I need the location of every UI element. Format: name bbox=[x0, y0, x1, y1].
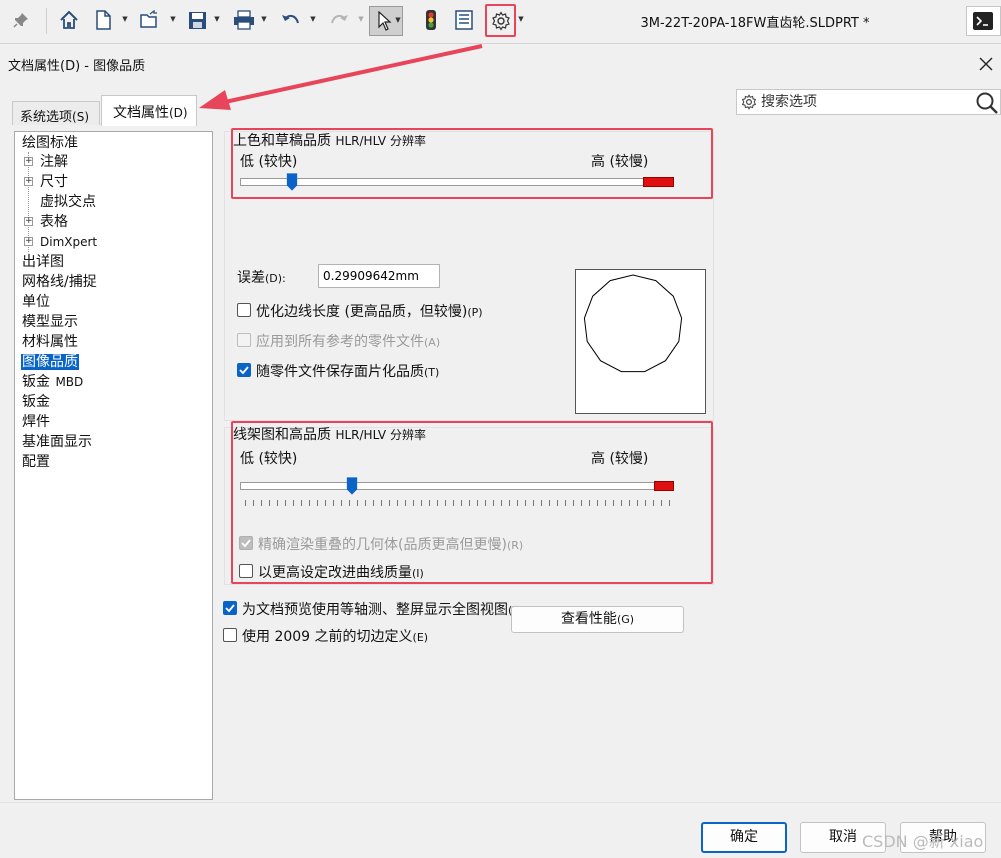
tree-item-sheet-metal[interactable]: 钣金 bbox=[21, 392, 51, 412]
pre2009-tangent-label: 使用 2009 之前的切边定义(E) bbox=[242, 629, 429, 645]
undo-dropdown-icon[interactable]: ▼ bbox=[309, 14, 317, 24]
tolerance-label: 误差(D): bbox=[237, 270, 286, 286]
dialog-title: 文档属性(D) - 图像品质 bbox=[8, 59, 146, 74]
optimize-edge-checkbox[interactable] bbox=[237, 303, 251, 317]
tree-item-units[interactable]: 单位 bbox=[21, 292, 51, 312]
apply-all-parts-checkbox[interactable] bbox=[237, 333, 251, 347]
redo-dropdown-icon[interactable]: ▼ bbox=[357, 14, 365, 24]
wireframe-highlight-box bbox=[231, 421, 713, 584]
tree-item-tables[interactable]: 表格 bbox=[39, 212, 69, 232]
select-dropdown-icon[interactable]: ▼ bbox=[394, 15, 402, 25]
view-performance-button[interactable]: 查看性能(G) bbox=[511, 606, 684, 633]
tab-document-properties[interactable]: 文档属性(D) bbox=[101, 95, 197, 126]
pin-icon[interactable] bbox=[10, 9, 32, 31]
close-icon bbox=[979, 57, 993, 71]
tree-item-detailing[interactable]: 出详图 bbox=[21, 252, 65, 272]
tree-item-sheet-metal-mbd[interactable]: 钣金 MBD bbox=[21, 372, 83, 392]
undo-icon[interactable] bbox=[280, 9, 302, 31]
tessellation-preview bbox=[575, 269, 706, 414]
search-input[interactable] bbox=[761, 92, 971, 112]
print-dropdown-icon[interactable]: ▼ bbox=[260, 14, 268, 24]
tree-item-weldments[interactable]: 焊件 bbox=[21, 412, 51, 432]
tree-item-drafting-standard[interactable]: 绘图标准 bbox=[21, 133, 79, 153]
search-icon[interactable] bbox=[975, 91, 999, 119]
iso-preview-label: 为文档预览使用等轴测、整屏显示全图视图(Z) bbox=[242, 602, 524, 618]
tree-item-dimxpert[interactable]: DimXpert bbox=[39, 232, 98, 252]
tolerance-input[interactable] bbox=[318, 264, 440, 288]
traffic-light-icon[interactable] bbox=[420, 9, 442, 31]
terminal-button[interactable] bbox=[966, 6, 1001, 36]
save-icon[interactable] bbox=[186, 9, 208, 31]
options-gear-button[interactable] bbox=[485, 4, 516, 37]
expand-icon[interactable]: + bbox=[24, 177, 33, 186]
select-pointer-icon bbox=[374, 10, 396, 32]
expand-icon[interactable]: + bbox=[24, 157, 33, 166]
new-doc-icon[interactable] bbox=[92, 9, 114, 31]
checkmark-icon bbox=[239, 366, 249, 375]
tree-item-virtual-sharps[interactable]: 虚拟交点 bbox=[39, 192, 97, 212]
print-icon[interactable] bbox=[233, 9, 255, 31]
search-settings-icon bbox=[741, 94, 757, 114]
tree-item-configurations[interactable]: 配置 bbox=[21, 452, 51, 472]
select-pointer-button[interactable]: ▼ bbox=[369, 6, 403, 36]
tree-item-dimensions[interactable]: 尺寸 bbox=[39, 172, 69, 192]
tree-item-image-quality[interactable]: 图像品质 bbox=[21, 352, 79, 372]
tree-item-model-display[interactable]: 模型显示 bbox=[21, 312, 79, 332]
terminal-icon bbox=[972, 10, 994, 32]
open-icon[interactable] bbox=[138, 9, 160, 31]
document-properties-dialog: 文档属性(D) - 图像品质 系统选项(S) 文档属性(D) 绘图标准 + 注解… bbox=[0, 44, 1001, 858]
save-tessellation-checkbox[interactable] bbox=[237, 363, 251, 377]
tree-item-grid-snap[interactable]: 网格线/捕捉 bbox=[21, 272, 98, 292]
open-dropdown-icon[interactable]: ▼ bbox=[169, 14, 177, 24]
gear-icon bbox=[490, 10, 512, 32]
ok-button[interactable]: 确定 bbox=[701, 822, 787, 853]
annotation-arrow bbox=[199, 44, 483, 110]
expand-icon[interactable]: + bbox=[24, 217, 33, 226]
tab-document-label: 文档属性 bbox=[113, 105, 169, 121]
file-properties-icon[interactable] bbox=[453, 9, 475, 31]
options-dropdown-icon[interactable]: ▼ bbox=[517, 14, 525, 24]
preview-polygon-shape bbox=[583, 274, 683, 373]
main-toolbar: ▼ ▼ ▼ ▼ ▼ ▼ ▼ ▼ 3M-22T-20PA-18FW直齿轮.SLDP… bbox=[0, 0, 1001, 44]
apply-all-parts-label: 应用到所有参考的零件文件(A) bbox=[256, 334, 441, 350]
new-doc-dropdown-icon[interactable]: ▼ bbox=[121, 14, 129, 24]
pre2009-tangent-checkbox[interactable] bbox=[223, 628, 237, 642]
document-title: 3M-22T-20PA-18FW直齿轮.SLDPRT * bbox=[640, 16, 870, 31]
image-quality-panel: 上色和草稿品质 HLR/HLV 分辨率 低 (较快) 高 (较慢) 误差(D):… bbox=[222, 128, 715, 645]
save-tessellation-label: 随零件文件保存面片化品质(T) bbox=[256, 364, 440, 380]
tree-item-material-properties[interactable]: 材料属性 bbox=[21, 332, 79, 352]
preview-polygon bbox=[583, 274, 683, 373]
redo-icon[interactable] bbox=[328, 9, 350, 31]
search-box[interactable] bbox=[736, 89, 1001, 115]
tree-item-plane-display[interactable]: 基准面显示 bbox=[21, 432, 93, 452]
watermark: CSDN @新 xiao bbox=[862, 832, 984, 851]
checkmark-icon bbox=[225, 604, 235, 613]
save-dropdown-icon[interactable]: ▼ bbox=[213, 14, 221, 24]
options-tree[interactable]: 绘图标准 + 注解 + 尺寸 虚拟交点 + 表格 + DimXpert 出详图 … bbox=[14, 131, 213, 800]
tab-system-options[interactable]: 系统选项(S) bbox=[12, 101, 100, 125]
tab-system-label: 系统选项 bbox=[20, 110, 73, 125]
expand-icon[interactable]: + bbox=[24, 237, 33, 246]
shaded-highlight-box bbox=[231, 128, 713, 199]
tree-item-annotations[interactable]: 注解 bbox=[39, 152, 69, 172]
home-icon[interactable] bbox=[58, 9, 80, 31]
close-button[interactable] bbox=[974, 52, 998, 76]
optimize-edge-label: 优化边线长度 (更高品质，但较慢)(P) bbox=[256, 304, 483, 320]
iso-preview-checkbox[interactable] bbox=[223, 601, 237, 615]
tab-system-key: (S) bbox=[72, 110, 89, 124]
